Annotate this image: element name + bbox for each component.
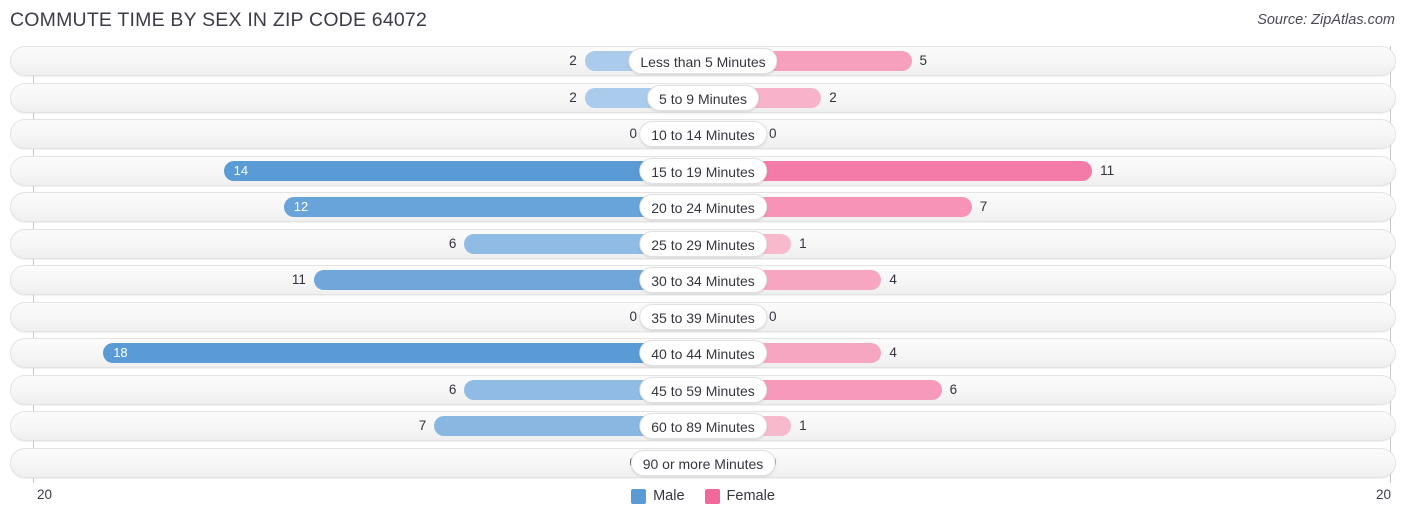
category-label: 30 to 34 Minutes [639,267,767,293]
table-row[interactable]: 2 5 Less than 5 Minutes [10,46,1396,76]
bar-value-female: 0 [769,126,777,141]
chart-plot-area: 2 5 Less than 5 Minutes 2 2 5 to 9 Minutes 0 0 1… [0,46,1406,483]
table-row[interactable]: 6 1 25 to 29 Minutes [10,228,1396,259]
table-row[interactable]: 11 4 30 to 34 Minutes [10,265,1396,295]
legend-swatch-icon [704,488,720,504]
bar-value-female: 2 [829,89,837,105]
category-label: 10 to 14 Minutes [639,121,767,147]
category-label: 5 to 9 Minutes [647,84,759,111]
table-row[interactable]: 0 0 10 to 14 Minutes [10,119,1396,149]
bar-value-female: 4 [889,272,897,287]
bar-value-male: 6 [448,235,457,251]
legend-item-male[interactable]: Male [631,488,685,504]
legend-swatch-icon [631,488,647,504]
category-label: 60 to 89 Minutes [639,413,767,439]
table-row[interactable]: 18 4 40 to 44 Minutes [10,338,1396,368]
category-label: 45 to 59 Minutes [639,376,767,403]
bar-value-female: 0 [769,308,777,324]
bar-male[interactable] [223,160,703,181]
bar-value-female: 5 [919,53,928,68]
bar-value-female: 6 [949,381,958,397]
category-label: Less than 5 Minutes [628,48,778,74]
category-label: 40 to 44 Minutes [639,340,767,366]
category-label: 20 to 24 Minutes [639,194,767,220]
chart-footer: 20 20 Male Female [0,483,1406,522]
table-row[interactable]: 6 6 45 to 59 Minutes [10,374,1396,405]
bar-value-male: 14 [233,162,249,178]
bar-value-male: 0 [629,308,637,324]
table-row[interactable]: 0 0 35 to 39 Minutes [10,301,1396,332]
bar-value-male: 6 [448,381,457,397]
bar-value-male: 12 [293,199,309,214]
bar-value-male: 0 [629,126,637,141]
bar-value-male: 7 [418,418,427,433]
bar-value-female: 1 [799,418,807,433]
legend-item-female[interactable]: Female [704,488,775,504]
bar-value-female: 11 [1100,162,1115,178]
bar-value-male: 11 [291,272,306,287]
chart-legend: Male Female [0,488,1406,504]
table-row[interactable]: 12 7 20 to 24 Minutes [10,192,1396,222]
category-label: 35 to 39 Minutes [639,303,767,330]
bar-value-male: 2 [569,89,577,105]
legend-label: Male [653,488,685,504]
chart-header: COMMUTE TIME BY SEX IN ZIP CODE 64072 So… [0,0,1406,44]
bar-value-male: 18 [113,345,128,360]
bar-value-female: 7 [979,199,988,214]
table-row[interactable]: 14 11 15 to 19 Minutes [10,155,1396,186]
table-row[interactable]: 7 1 60 to 89 Minutes [10,411,1396,441]
table-row[interactable]: 0090 or more Minutes [10,447,1396,478]
bar-value-male: 2 [569,53,577,68]
category-label: 90 or more Minutes [630,449,776,476]
page-title: COMMUTE TIME BY SEX IN ZIP CODE 64072 [10,9,428,31]
category-label: 15 to 19 Minutes [639,157,767,184]
bar-value-female: 4 [889,345,897,360]
legend-label: Female [726,488,775,504]
source-attribution: Source: ZipAtlas.com [1257,12,1395,28]
bar-male[interactable] [103,343,703,363]
bar-value-female: 1 [799,235,807,251]
category-label: 25 to 29 Minutes [639,230,767,257]
table-row[interactable]: 2 2 5 to 9 Minutes [10,82,1396,113]
